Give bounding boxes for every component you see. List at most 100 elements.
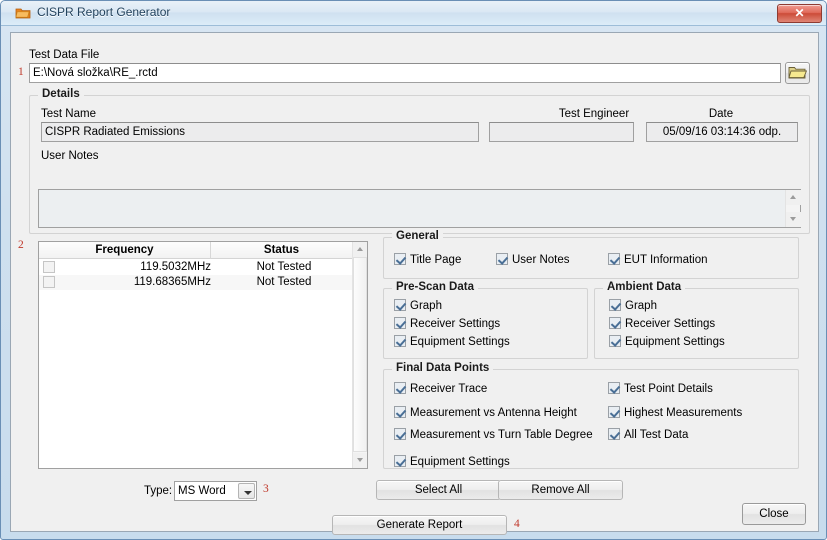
- checkbox-highest-measurements[interactable]: Highest Measurements: [608, 406, 742, 420]
- remove-all-button[interactable]: Remove All: [498, 480, 623, 500]
- checkbox-all-test-data[interactable]: All Test Data: [608, 428, 688, 442]
- checkbox-prescan-equipment-settings[interactable]: Equipment Settings: [394, 335, 510, 349]
- checkbox-final-equipment-settings[interactable]: Equipment Settings: [394, 455, 510, 469]
- scroll-up-icon[interactable]: [786, 190, 801, 205]
- ambient-group: Ambient Data Graph Receiver Settings Equ…: [594, 281, 799, 359]
- checkbox-box: [394, 428, 406, 440]
- frequency-list-scrollbar[interactable]: [352, 242, 367, 468]
- frequency-list-header: Frequency Status: [39, 242, 353, 259]
- checkbox-user-notes[interactable]: User Notes: [496, 253, 570, 267]
- checkbox-box: [609, 335, 621, 347]
- checkbox-box: [394, 406, 406, 418]
- scroll-down-icon[interactable]: [353, 453, 367, 468]
- final-data-points-group: Final Data Points Receiver Trace Measure…: [383, 362, 799, 469]
- checkbox-measurement-vs-antenna-height[interactable]: Measurement vs Antenna Height: [394, 406, 577, 420]
- row-status: Not Tested: [256, 276, 312, 288]
- checkbox-box: [496, 253, 508, 265]
- frequency-list[interactable]: Frequency Status 119.5032MHz Not Tested …: [38, 241, 368, 469]
- checkbox-label: Receiver Trace: [410, 383, 488, 395]
- checkbox-ambient-equipment-settings[interactable]: Equipment Settings: [609, 335, 725, 349]
- checkbox-eut-information[interactable]: EUT Information: [608, 253, 708, 267]
- details-group-title: Details: [38, 88, 84, 100]
- user-notes-field[interactable]: [38, 189, 801, 228]
- general-group-title: General: [392, 230, 443, 242]
- checkbox-label: All Test Data: [624, 429, 689, 441]
- row-checkbox[interactable]: [43, 276, 55, 288]
- ambient-group-title: Ambient Data: [603, 281, 686, 293]
- checkbox-label: Measurement vs Antenna Height: [410, 407, 577, 419]
- annotation-marker-2: 2: [18, 239, 24, 251]
- date-label: Date: [708, 108, 734, 120]
- report-type-value: MS Word: [178, 485, 226, 497]
- row-frequency: 119.5032MHz: [140, 261, 211, 273]
- checkbox-box: [608, 406, 620, 418]
- open-folder-icon: [788, 67, 808, 79]
- checkbox-box: [608, 382, 620, 394]
- generate-report-button[interactable]: Generate Report: [332, 515, 507, 535]
- checkbox-box: [394, 299, 406, 311]
- pre-scan-group: Pre-Scan Data Graph Receiver Settings Eq…: [383, 281, 588, 359]
- close-button[interactable]: Close: [742, 503, 806, 525]
- user-notes-scrollbar[interactable]: [785, 190, 801, 227]
- checkbox-label: Receiver Settings: [625, 318, 716, 330]
- checkbox-box: [609, 299, 621, 311]
- checkbox-label: Graph: [410, 300, 442, 312]
- test-engineer-field: [489, 122, 634, 142]
- scrollbar-thumb[interactable]: [353, 257, 367, 452]
- close-window-button[interactable]: ✕: [777, 4, 822, 23]
- chevron-down-icon[interactable]: [238, 483, 255, 499]
- checkbox-prescan-graph[interactable]: Graph: [394, 299, 442, 313]
- app-window: CISPR Report Generator ✕ Test Data File …: [0, 0, 827, 540]
- checkbox-label: Graph: [625, 300, 657, 312]
- table-row[interactable]: 119.68365MHz Not Tested: [39, 275, 353, 290]
- test-name-label: Test Name: [41, 108, 96, 120]
- type-label: Type:: [144, 485, 173, 497]
- annotation-marker-1: 1: [18, 66, 24, 78]
- checkbox-prescan-receiver-settings[interactable]: Receiver Settings: [394, 317, 500, 331]
- checkbox-label: User Notes: [512, 254, 570, 266]
- row-checkbox[interactable]: [43, 261, 55, 273]
- checkbox-label: EUT Information: [624, 254, 708, 266]
- checkbox-box: [609, 317, 621, 329]
- table-row[interactable]: 119.5032MHz Not Tested: [39, 260, 353, 275]
- checkbox-measurement-vs-turn-table-degree[interactable]: Measurement vs Turn Table Degree: [394, 428, 593, 442]
- pre-scan-group-title: Pre-Scan Data: [392, 281, 478, 293]
- app-folder-icon: [15, 6, 31, 20]
- scroll-down-icon[interactable]: [786, 212, 801, 227]
- dialog-body: Test Data File 1 E:\Nová složka\RE_.rctd…: [10, 32, 819, 535]
- checkbox-label: Equipment Settings: [410, 456, 510, 468]
- title-bar: CISPR Report Generator ✕: [1, 1, 826, 26]
- checkbox-label: Highest Measurements: [624, 407, 743, 419]
- checkbox-label: Title Page: [410, 254, 462, 266]
- checkbox-label: Receiver Settings: [410, 318, 501, 330]
- row-status: Not Tested: [256, 261, 312, 273]
- scroll-up-icon[interactable]: [353, 242, 367, 257]
- checkbox-box: [394, 335, 406, 347]
- general-group: General Title Page User Notes EUT Inform…: [383, 230, 799, 279]
- browse-file-button[interactable]: [785, 62, 810, 84]
- checkbox-label: Equipment Settings: [410, 336, 510, 348]
- window-title: CISPR Report Generator: [37, 5, 171, 19]
- test-name-field: CISPR Radiated Emissions: [41, 122, 479, 142]
- row-frequency: 119.68365MHz: [133, 276, 211, 288]
- checkbox-ambient-graph[interactable]: Graph: [609, 299, 657, 313]
- test-data-file-input[interactable]: E:\Nová složka\RE_.rctd: [29, 63, 781, 83]
- checkbox-title-page[interactable]: Title Page: [394, 253, 461, 267]
- checkbox-ambient-receiver-settings[interactable]: Receiver Settings: [609, 317, 715, 331]
- annotation-marker-4: 4: [514, 518, 520, 530]
- test-data-file-label: Test Data File: [29, 49, 100, 61]
- column-header-frequency[interactable]: Frequency: [39, 242, 211, 259]
- select-all-button[interactable]: Select All: [376, 480, 501, 500]
- checkbox-receiver-trace[interactable]: Receiver Trace: [394, 382, 487, 396]
- report-type-select[interactable]: MS Word: [174, 481, 257, 501]
- checkbox-box: [608, 428, 620, 440]
- column-header-status[interactable]: Status: [211, 242, 353, 259]
- checkbox-box: [394, 253, 406, 265]
- test-engineer-label: Test Engineer: [558, 108, 630, 120]
- checkbox-label: Equipment Settings: [625, 336, 725, 348]
- checkbox-box: [394, 317, 406, 329]
- final-data-points-group-title: Final Data Points: [392, 362, 494, 374]
- checkbox-box: [608, 253, 620, 265]
- checkbox-test-point-details[interactable]: Test Point Details: [608, 382, 713, 396]
- checkbox-box: [394, 455, 406, 467]
